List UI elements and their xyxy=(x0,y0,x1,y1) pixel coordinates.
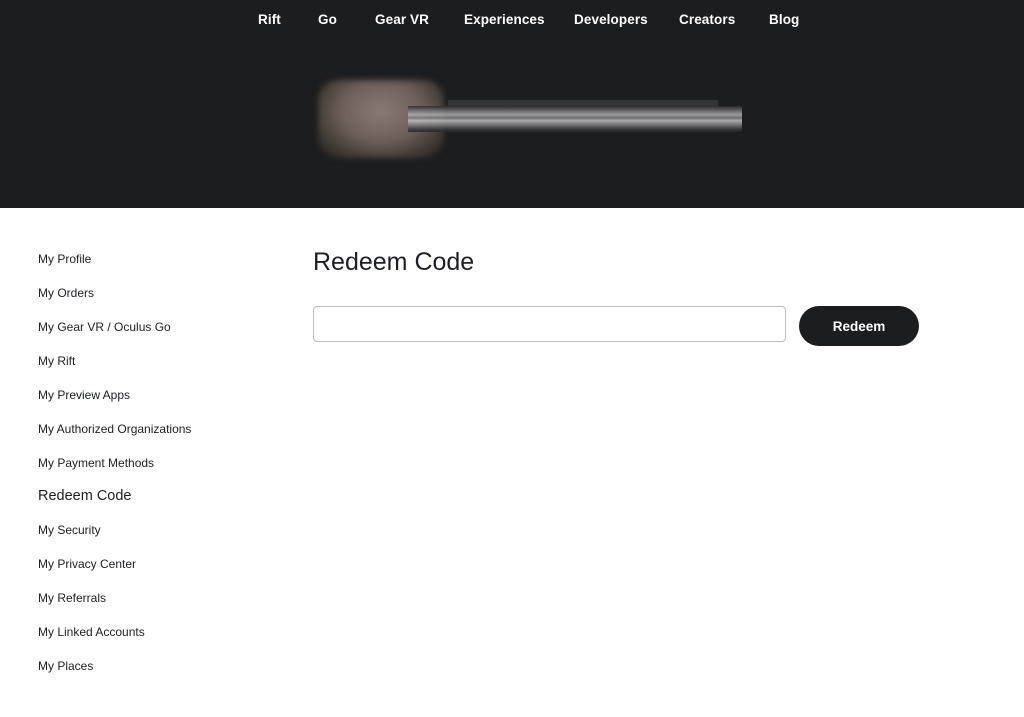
sidebar-item-my-profile[interactable]: My Profile xyxy=(38,252,91,266)
nav-link-creators[interactable]: Creators xyxy=(679,12,735,27)
sidebar-item-my-payment-methods[interactable]: My Payment Methods xyxy=(38,456,154,470)
sidebar-item-my-security[interactable]: My Security xyxy=(38,523,101,537)
top-navigation: Rift Go Gear VR Experiences Developers C… xyxy=(0,0,1024,40)
site-header: Rift Go Gear VR Experiences Developers C… xyxy=(0,0,1024,208)
nav-link-gear-vr[interactable]: Gear VR xyxy=(375,12,429,27)
sidebar-item-my-preview-apps[interactable]: My Preview Apps xyxy=(38,388,130,402)
nav-link-blog[interactable]: Blog xyxy=(769,12,799,27)
sidebar-item-my-gear-vr-oculus-go[interactable]: My Gear VR / Oculus Go xyxy=(38,320,171,334)
sidebar-item-redeem-code[interactable]: Redeem Code xyxy=(38,488,132,504)
nav-link-go[interactable]: Go xyxy=(318,12,337,27)
sidebar-item-my-rift[interactable]: My Rift xyxy=(38,354,75,368)
username-blurred xyxy=(408,106,742,132)
sidebar-item-my-privacy-center[interactable]: My Privacy Center xyxy=(38,557,136,571)
sidebar-item-my-linked-accounts[interactable]: My Linked Accounts xyxy=(38,625,145,639)
profile-banner-blurred xyxy=(318,80,742,158)
sidebar-item-my-orders[interactable]: My Orders xyxy=(38,286,94,300)
nav-link-experiences[interactable]: Experiences xyxy=(464,12,545,27)
page-title: Redeem Code xyxy=(313,248,475,276)
nav-link-rift[interactable]: Rift xyxy=(258,12,281,27)
redeem-code-input[interactable] xyxy=(313,306,786,342)
sidebar-item-my-places[interactable]: My Places xyxy=(38,659,93,673)
sidebar-item-my-referrals[interactable]: My Referrals xyxy=(38,591,106,605)
nav-link-developers[interactable]: Developers xyxy=(574,12,648,27)
sidebar-item-my-authorized-organizations[interactable]: My Authorized Organizations xyxy=(38,422,191,436)
redeem-button[interactable]: Redeem xyxy=(799,306,919,346)
